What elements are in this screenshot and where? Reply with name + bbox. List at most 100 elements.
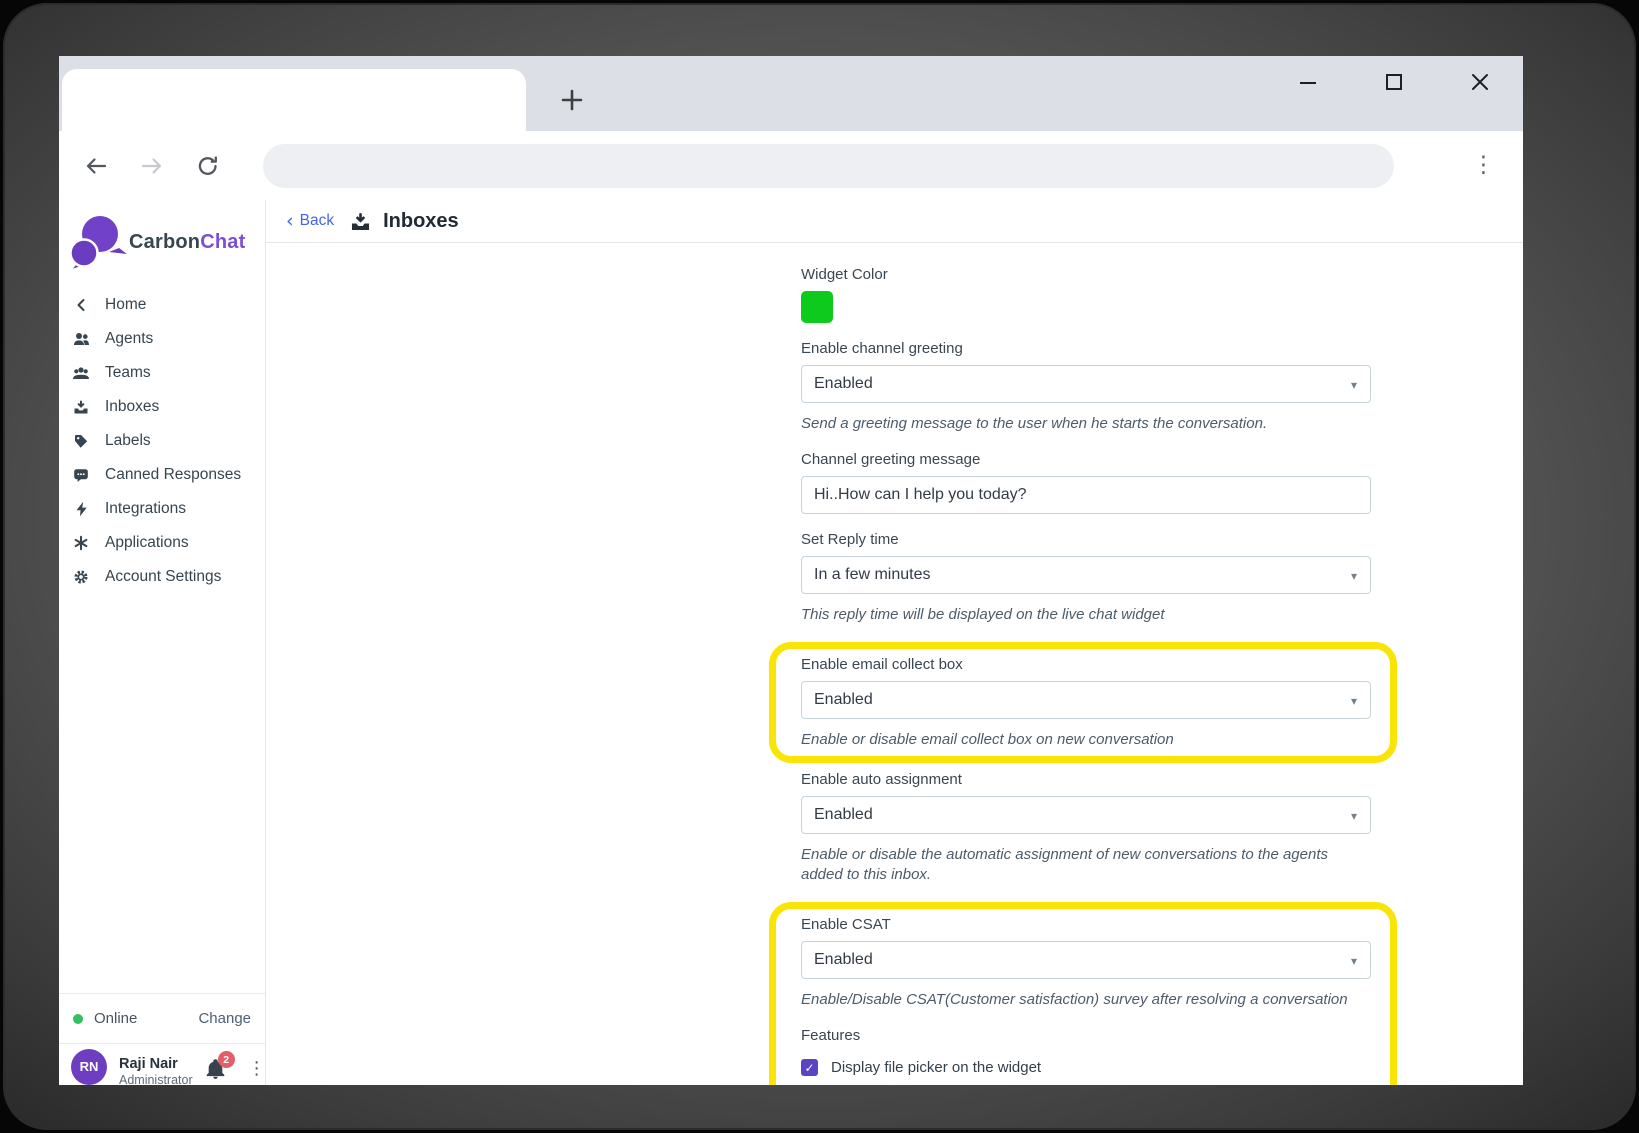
notifications-button[interactable]: 2 [205,1053,226,1080]
minimize-button[interactable] [1289,63,1327,101]
greeting-message-input[interactable] [801,476,1371,514]
user-menu-button[interactable]: ⋮ [248,1058,265,1079]
sidebar-item-label: Agents [105,330,153,348]
back-arrow-icon [82,152,110,180]
browser-menu-button[interactable]: ⋮ [1466,154,1501,177]
sidebar-item-label: Canned Responses [105,466,241,484]
csat-label: Enable CSAT [801,916,1371,933]
sidebar-item-applications[interactable]: Applications [59,526,265,560]
file-picker-checkbox-row[interactable]: Display file picker on the widget [801,1059,1371,1076]
sidebar-spacer [59,594,265,993]
plus-icon [559,87,585,113]
sidebar-item-agents[interactable]: Agents [59,322,265,356]
tag-icon [72,433,90,449]
asterisk-icon [72,535,90,551]
csat-select[interactable]: Enabled [801,941,1371,979]
features-label: Features [801,1027,1371,1044]
inbox-icon [350,211,371,232]
browser-window: ⋮ CarbonChat [59,56,1523,1085]
auto-assignment-help: Enable or disable the automatic assignme… [801,845,1371,885]
back-button[interactable] [81,151,111,181]
close-button[interactable] [1461,63,1499,101]
select-value: Enabled [814,806,873,824]
new-tab-button[interactable] [555,83,589,117]
forward-button[interactable] [137,151,167,181]
auto-assignment-label: Enable auto assignment [801,771,1371,788]
checkbox-checked-icon[interactable] [801,1059,818,1076]
widget-color-label: Widget Color [801,266,1371,283]
csat-group: Enable CSAT Enabled Enable/Disable CSAT(… [801,916,1371,1010]
greeting-message-group: Channel greeting message [801,451,1371,514]
sidebar-item-label: Teams [105,364,151,382]
page-header: ‹ Back Inboxes [266,200,1523,243]
device-bezel: ⋮ CarbonChat [3,3,1636,1130]
browser-tab-strip [59,56,1523,131]
auto-assignment-select[interactable]: Enabled [801,796,1371,834]
online-status-dot [73,1014,83,1024]
csat-help: Enable/Disable CSAT(Customer satisfactio… [801,990,1371,1010]
auto-assignment-group: Enable auto assignment Enabled Enable or… [801,771,1371,885]
sidebar-item-label: Account Settings [105,568,221,586]
inbox-settings-form: Widget Color Enable channel greeting Ena… [801,266,1371,1085]
channel-greeting-help: Send a greeting message to the user when… [801,414,1371,434]
chevron-left-icon [72,297,90,313]
select-value: Enabled [814,691,873,709]
widget-color-swatch[interactable] [801,291,833,323]
screenshot-stage: ⋮ CarbonChat [0,0,1639,1133]
email-collect-select[interactable]: Enabled [801,681,1371,719]
browser-active-tab[interactable] [62,69,526,131]
sidebar-item-labels[interactable]: Labels [59,424,265,458]
sidebar-item-inboxes[interactable]: Inboxes [59,390,265,424]
brand[interactable]: CarbonChat [59,200,265,278]
channel-greeting-group: Enable channel greeting Enabled Send a g… [801,340,1371,434]
user-profile-row: RN Raji Nair Administrator 2 ⋮ [59,1043,265,1085]
reply-time-group: Set Reply time In a few minutes This rep… [801,531,1371,625]
sidebar-item-label: Labels [105,432,151,450]
avatar[interactable]: RN [71,1049,107,1085]
app-shell: CarbonChat Home Agents [59,200,1523,1085]
channel-greeting-select[interactable]: Enabled [801,365,1371,403]
chat-bubble-icon [72,467,90,483]
widget-color-group: Widget Color [801,266,1371,323]
browser-toolbar: ⋮ [59,131,1523,200]
teams-icon [72,365,90,381]
main-panel: ‹ Back Inboxes Widget Color [265,200,1523,1085]
channel-greeting-label: Enable channel greeting [801,340,1371,357]
sidebar-nav: Home Agents Teams [59,278,265,594]
change-status-link[interactable]: Change [198,1010,251,1027]
window-controls [1289,63,1499,101]
address-bar[interactable] [263,144,1394,188]
notification-badge: 2 [218,1051,235,1068]
page-title: Inboxes [383,210,459,233]
reply-time-select[interactable]: In a few minutes [801,556,1371,594]
user-meta: Raji Nair Administrator [119,1045,193,1085]
email-collect-help: Enable or disable email collect box on n… [801,730,1371,750]
sidebar-item-home[interactable]: Home [59,288,265,322]
sidebar-item-canned-responses[interactable]: Canned Responses [59,458,265,492]
file-picker-label: Display file picker on the widget [831,1059,1041,1076]
back-link[interactable]: ‹ Back [286,212,334,231]
forward-arrow-icon [138,152,166,180]
sidebar-item-integrations[interactable]: Integrations [59,492,265,526]
brand-logo-icon [65,212,127,272]
sidebar-item-label: Home [105,296,146,314]
reply-time-help: This reply time will be displayed on the… [801,605,1371,625]
brand-name: CarbonChat [129,231,245,254]
bolt-icon [72,501,90,517]
reload-button[interactable] [193,151,223,181]
highlight-csat: Enable CSAT Enabled Enable/Disable CSAT(… [769,902,1397,1085]
email-collect-group: Enable email collect box Enabled Enable … [801,656,1371,750]
sidebar-item-teams[interactable]: Teams [59,356,265,390]
sidebar-item-account-settings[interactable]: Account Settings [59,560,265,594]
select-value: Enabled [814,951,873,969]
sidebar-item-label: Applications [105,534,189,552]
sidebar-item-label: Inboxes [105,398,159,416]
sidebar: CarbonChat Home Agents [59,200,265,1085]
inbox-icon [72,399,90,415]
reload-icon [194,152,222,180]
maximize-button[interactable] [1375,63,1413,101]
minimize-icon [1297,71,1319,93]
reply-time-label: Set Reply time [801,531,1371,548]
close-icon [1469,71,1491,93]
select-value: Enabled [814,375,873,393]
